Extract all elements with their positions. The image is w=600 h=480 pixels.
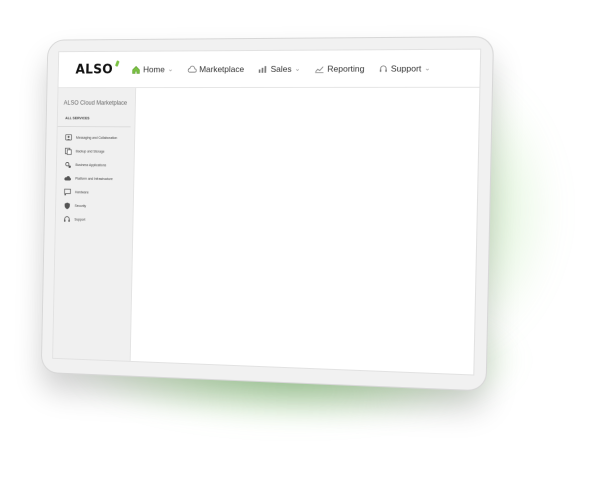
sidebar-item-support[interactable]: Support xyxy=(56,212,133,227)
also-logo[interactable]: ALSO xyxy=(75,60,120,80)
logo-accent-mark xyxy=(114,60,120,67)
sidebar-title: ALSO Cloud Marketplace xyxy=(63,100,128,107)
top-navbar: ALSO Home ⌄ Marketplace Sales ⌄ Reportin… xyxy=(58,49,481,89)
applications-icon xyxy=(64,161,71,168)
cloud-icon xyxy=(187,65,197,74)
sidebar-item-label: Backup and Storage xyxy=(75,149,105,154)
sidebar-item-label: Messaging and Collaboration xyxy=(75,135,118,140)
scene: ALSO Home ⌄ Marketplace Sales ⌄ Reportin… xyxy=(0,0,600,480)
nav-support[interactable]: Support ⌄ xyxy=(379,63,431,74)
logo-text: ALSO xyxy=(75,62,114,77)
app-screen: ALSO Home ⌄ Marketplace Sales ⌄ Reportin… xyxy=(52,48,482,376)
hardware-icon xyxy=(64,188,72,196)
home-icon xyxy=(132,65,141,74)
sidebar-item-backup[interactable]: Backup and Storage xyxy=(57,144,134,158)
main-nav: Home ⌄ Marketplace Sales ⌄ Reporting Sup… xyxy=(132,63,445,74)
main-content-area xyxy=(130,87,480,375)
sales-icon xyxy=(258,65,266,73)
sidebar-list: Messaging and Collaboration Backup and S… xyxy=(56,127,135,228)
sidebar-section-all-services[interactable]: ALL SERVICES xyxy=(57,106,132,128)
nav-sales-label: Sales xyxy=(270,63,292,74)
nav-home[interactable]: Home ⌄ xyxy=(132,64,174,74)
sidebar: ALSO Cloud Marketplace ALL SERVICES Mess… xyxy=(53,88,137,361)
sidebar-item-label: Platform and Infrastructure xyxy=(75,176,113,182)
chevron-down-icon: ⌄ xyxy=(167,66,174,74)
nav-marketplace-label: Marketplace xyxy=(199,64,245,75)
nav-sales[interactable]: Sales ⌄ xyxy=(258,64,301,74)
nav-home-label: Home xyxy=(143,64,165,75)
cloud-platform-icon xyxy=(64,176,72,181)
messaging-icon xyxy=(65,134,73,142)
nav-marketplace[interactable]: Marketplace xyxy=(187,64,245,75)
sidebar-item-hardware[interactable]: Hardware xyxy=(56,185,133,200)
sidebar-item-business-apps[interactable]: Business Applications xyxy=(57,158,134,172)
support-icon xyxy=(63,215,71,222)
chevron-down-icon: ⌄ xyxy=(294,65,301,73)
chart-icon xyxy=(314,64,324,73)
nav-reporting-label: Reporting xyxy=(327,63,365,74)
sidebar-item-security[interactable]: Security xyxy=(56,199,133,214)
nav-support-label: Support xyxy=(390,63,422,74)
storage-icon xyxy=(65,147,73,155)
sidebar-item-messaging[interactable]: Messaging and Collaboration xyxy=(57,131,134,145)
support-icon xyxy=(379,64,388,72)
shield-icon xyxy=(64,202,70,210)
nav-reporting[interactable]: Reporting xyxy=(314,63,365,74)
chevron-down-icon: ⌄ xyxy=(424,65,431,73)
sidebar-item-platform[interactable]: Platform and Infrastructure xyxy=(57,172,134,187)
tablet-frame: ALSO Home ⌄ Marketplace Sales ⌄ Reportin… xyxy=(40,36,495,392)
sidebar-item-label: Hardware xyxy=(74,190,89,195)
sidebar-item-label: Business Applications xyxy=(75,163,107,168)
sidebar-item-label: Support xyxy=(74,217,86,222)
sidebar-item-label: Security xyxy=(74,203,87,209)
